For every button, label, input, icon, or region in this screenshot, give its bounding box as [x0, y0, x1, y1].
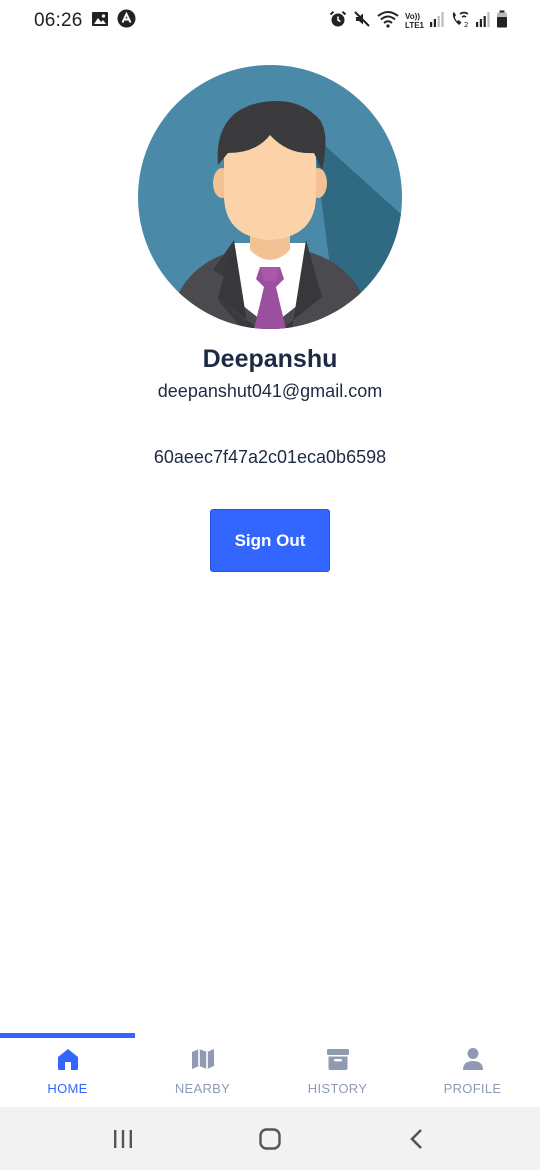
tab-nearby[interactable]: NEARBY: [135, 1033, 270, 1107]
status-right: Vo)) LTE1 2: [329, 10, 508, 33]
sign-out-button[interactable]: Sign Out: [210, 509, 330, 572]
image-icon: [91, 11, 109, 32]
battery-icon: [496, 10, 508, 33]
archive-icon: [324, 1045, 352, 1073]
home-icon: [54, 1045, 82, 1073]
alarm-icon: [329, 10, 347, 33]
volte-icon: Vo)) LTE1: [405, 12, 424, 30]
volte-text: Vo)): [405, 12, 420, 21]
tab-profile[interactable]: PROFILE: [405, 1033, 540, 1107]
bottom-tab-bar: HOME NEARBY HISTORY PROFILE: [0, 1033, 540, 1107]
tab-history[interactable]: HISTORY: [270, 1033, 405, 1107]
profile-name: Deepanshu: [202, 345, 338, 373]
tab-home-label: HOME: [47, 1081, 88, 1096]
home-circle-icon: [259, 1127, 281, 1150]
tab-history-label: HISTORY: [307, 1081, 368, 1096]
signal-2-icon: [476, 11, 490, 32]
system-nav-bar: [0, 1107, 540, 1170]
wifi-icon: [377, 10, 399, 33]
active-tab-indicator: [0, 1033, 135, 1038]
recent-apps-icon: [114, 1129, 133, 1148]
lte-text: LTE1: [405, 21, 424, 30]
status-left: 06:26: [34, 9, 136, 33]
tab-nearby-label: NEARBY: [174, 1081, 231, 1096]
signal-icon: [430, 11, 444, 32]
status-time: 06:26: [34, 10, 83, 31]
tab-home[interactable]: HOME: [0, 1033, 135, 1107]
back-nav-button[interactable]: [387, 1119, 447, 1159]
profile-email: deepanshut041@gmail.com: [157, 381, 383, 401]
mute-icon: [353, 10, 371, 33]
map-icon: [189, 1045, 217, 1073]
profile-user-id: 60aeec7f47a2c01eca0b6598: [153, 447, 387, 467]
app-notification-icon: [117, 9, 136, 33]
wifi-call-icon: 2: [450, 10, 470, 33]
svg-text:2: 2: [464, 21, 468, 28]
avatar: [138, 65, 402, 329]
recent-apps-button[interactable]: [93, 1119, 153, 1159]
back-chevron-icon: [409, 1128, 422, 1149]
status-bar: 06:26 Vo)) LTE1 2: [0, 0, 540, 42]
home-nav-button[interactable]: [240, 1119, 300, 1159]
person-icon: [459, 1045, 487, 1073]
tab-profile-label: PROFILE: [443, 1081, 502, 1096]
